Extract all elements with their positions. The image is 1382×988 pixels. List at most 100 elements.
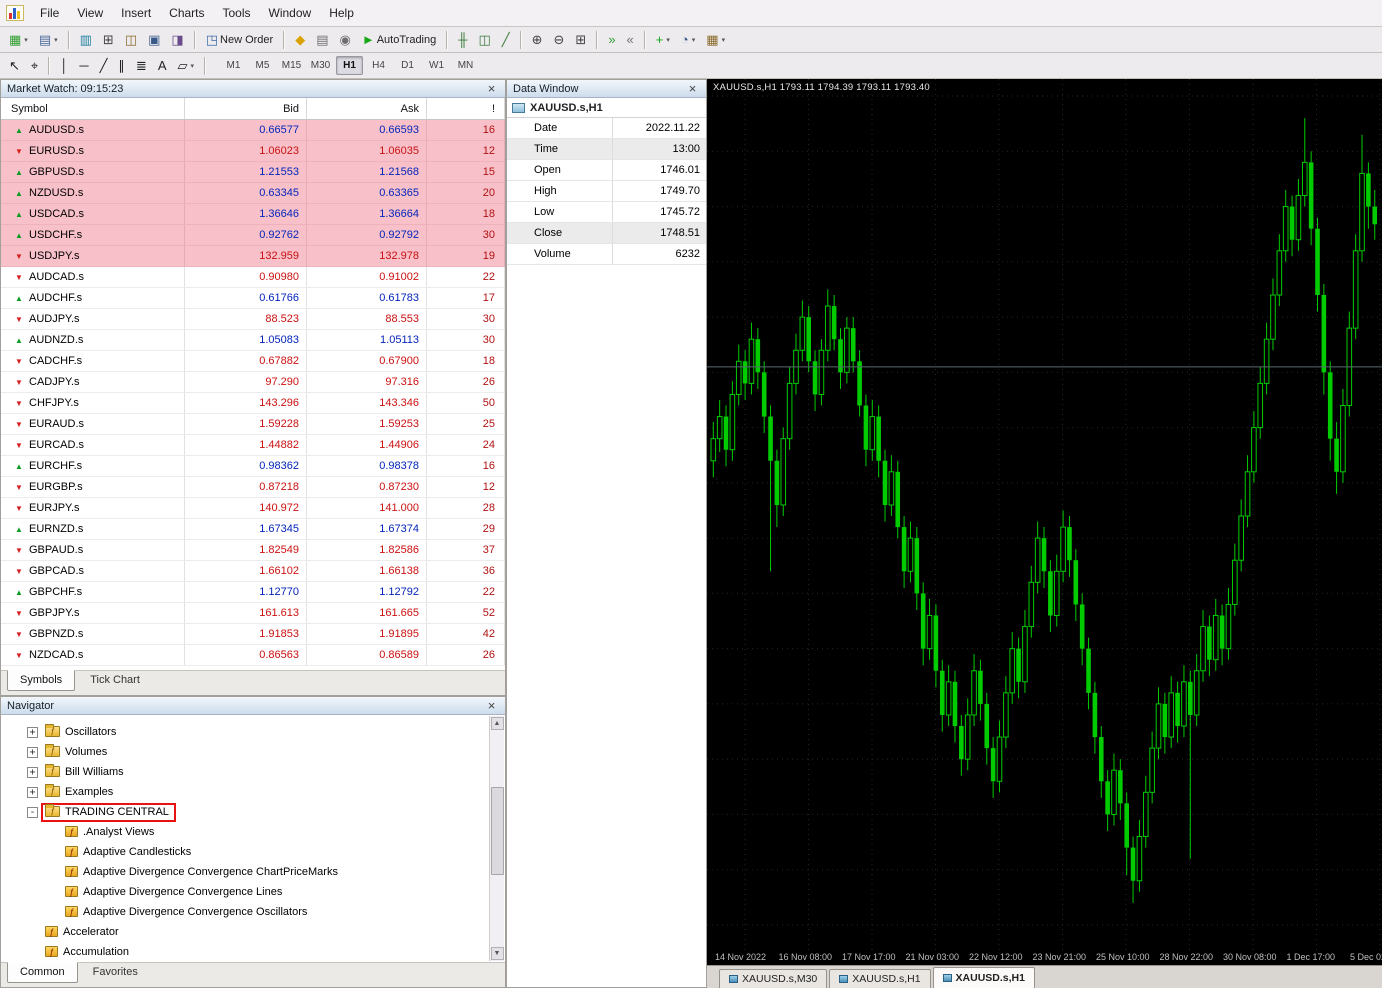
navigator-item-oscillators[interactable]: +ƒOscillators (1, 722, 505, 742)
market-watch-row[interactable]: ▼GBPJPY.s161.613161.66552 (1, 603, 505, 624)
chart-tab-1[interactable]: XAUUSD.s,M30 (719, 969, 827, 988)
tab-symbols[interactable]: Symbols (7, 670, 75, 691)
navigator-item-bill-williams[interactable]: +ƒBill Williams (1, 762, 505, 782)
bar-chart-button[interactable]: ╫ (453, 29, 472, 50)
zoom-in-button[interactable]: ⊕ (527, 29, 548, 50)
market-watch-row[interactable]: ▼GBPAUD.s1.825491.8258637 (1, 540, 505, 561)
terminal-toggle-button[interactable]: ▣ (143, 29, 165, 50)
market-watch-toggle-button[interactable]: ▥ (75, 29, 97, 50)
market-watch-row[interactable]: ▼NZDCAD.s0.865630.8658926 (1, 645, 505, 666)
market-watch-row[interactable]: ▼AUDCAD.s0.909800.9100222 (1, 267, 505, 288)
market-watch-row[interactable]: ▼AUDJPY.s88.52388.55330 (1, 309, 505, 330)
autotrading-button[interactable]: ►AutoTrading (357, 29, 441, 50)
column-header-symbol[interactable]: Symbol (1, 98, 185, 119)
market-watch-row[interactable]: ▼GBPCAD.s1.661021.6613836 (1, 561, 505, 582)
timeframe-h1[interactable]: H1 (336, 56, 363, 75)
navigator-item-trading-central[interactable]: -ƒTRADING CENTRAL (1, 802, 505, 822)
navigator-item-adaptive-divergence-convergence-lines[interactable]: ƒAdaptive Divergence Convergence Lines (1, 882, 505, 902)
market-watch-row[interactable]: ▼CADJPY.s97.29097.31626 (1, 372, 505, 393)
arrows-tool-button[interactable]: ▱▾ (172, 55, 199, 76)
timeframe-h4[interactable]: H4 (365, 56, 392, 75)
close-icon[interactable]: × (484, 699, 499, 713)
market-watch-row[interactable]: ▼CADCHF.s0.678820.6790018 (1, 351, 505, 372)
navigator-item-accelerator[interactable]: ƒAccelerator (1, 922, 505, 942)
market-watch-row[interactable]: ▼USDJPY.s132.959132.97819 (1, 246, 505, 267)
profiles-button[interactable]: ▤▾ (34, 29, 63, 50)
navigator-item-accumulation[interactable]: ƒAccumulation (1, 942, 505, 962)
scroll-down-icon[interactable]: ▼ (491, 947, 504, 960)
timeframe-m15[interactable]: M15 (278, 56, 305, 75)
expand-box-icon[interactable]: + (27, 767, 38, 778)
navigator-item-analyst-views[interactable]: ƒ.Analyst Views (1, 822, 505, 842)
tile-windows-button[interactable]: ⊞ (570, 29, 591, 50)
data-window-toggle-button[interactable]: ⊞ (98, 29, 119, 50)
timeframe-w1[interactable]: W1 (423, 56, 450, 75)
market-watch-row[interactable]: ▲EURNZD.s1.673451.6737429 (1, 519, 505, 540)
navigator-item-adaptive-divergence-convergence-oscillators[interactable]: ƒAdaptive Divergence Convergence Oscilla… (1, 902, 505, 922)
vertical-line-tool-button[interactable]: │ (55, 55, 73, 76)
tab-favorites[interactable]: Favorites (80, 962, 151, 983)
market-watch-row[interactable]: ▼CHFJPY.s143.296143.34650 (1, 393, 505, 414)
navigator-scrollbar[interactable]: ▲ ▼ (489, 716, 504, 961)
metaeditor-button[interactable]: ◆ (290, 29, 310, 50)
scroll-thumb[interactable] (491, 787, 504, 875)
market-watch-row[interactable]: ▲USDCAD.s1.366461.3666418 (1, 204, 505, 225)
menu-view[interactable]: View (68, 1, 112, 25)
column-header-bid[interactable]: Bid (185, 98, 307, 119)
column-header-spread[interactable]: ! (427, 98, 505, 119)
market-watch-row[interactable]: ▲AUDUSD.s0.665770.6659316 (1, 120, 505, 141)
market-watch-row[interactable]: ▲NZDUSD.s0.633450.6336520 (1, 183, 505, 204)
column-header-ask[interactable]: Ask (307, 98, 427, 119)
market-watch-row[interactable]: ▲GBPCHF.s1.127701.1279222 (1, 582, 505, 603)
menu-window[interactable]: Window (260, 1, 321, 25)
tab-common[interactable]: Common (7, 962, 78, 983)
market-watch-row[interactable]: ▲GBPUSD.s1.215531.2156815 (1, 162, 505, 183)
collapse-box-icon[interactable]: - (27, 807, 38, 818)
market-watch-row[interactable]: ▼GBPNZD.s1.918531.9189542 (1, 624, 505, 645)
help-publisher-button[interactable]: ◉ (335, 29, 356, 50)
horizontal-line-tool-button[interactable]: ─ (74, 55, 93, 76)
expand-box-icon[interactable]: + (27, 747, 38, 758)
crosshair-tool-button[interactable]: ⌖ (26, 55, 43, 76)
close-icon[interactable]: × (685, 82, 700, 96)
indicators-button[interactable]: +▾ (651, 29, 675, 50)
menu-tools[interactable]: Tools (214, 1, 260, 25)
market-watch-row[interactable]: ▼EURAUD.s1.592281.5925325 (1, 414, 505, 435)
menu-file[interactable]: File (31, 1, 68, 25)
navigator-toggle-button[interactable]: ◫ (120, 29, 142, 50)
menu-insert[interactable]: Insert (112, 1, 160, 25)
expand-box-icon[interactable]: + (27, 787, 38, 798)
candlestick-chart-button[interactable]: ◫ (473, 29, 495, 50)
market-watch-row[interactable]: ▼EURCAD.s1.448821.4490624 (1, 435, 505, 456)
market-watch-row[interactable]: ▲EURCHF.s0.983620.9837816 (1, 456, 505, 477)
line-chart-button[interactable]: ╱ (497, 29, 515, 50)
menu-help[interactable]: Help (320, 1, 363, 25)
chart-tab-3[interactable]: XAUUSD.s,H1 (933, 967, 1035, 988)
tab-tick-chart[interactable]: Tick Chart (77, 670, 153, 691)
timeframe-m30[interactable]: M30 (307, 56, 334, 75)
print-button[interactable]: ▤ (311, 29, 333, 50)
market-watch-row[interactable]: ▼EURGBP.s0.872180.8723012 (1, 477, 505, 498)
market-watch-row[interactable]: ▼EURUSD.s1.060231.0603512 (1, 141, 505, 162)
market-watch-row[interactable]: ▲USDCHF.s0.927620.9279230 (1, 225, 505, 246)
new-order-button[interactable]: ◳New Order (201, 29, 278, 50)
timeframe-m5[interactable]: M5 (249, 56, 276, 75)
strategy-tester-toggle-button[interactable]: ◨ (166, 29, 188, 50)
periods-button[interactable]: ◔▾ (676, 29, 700, 50)
chart-plot[interactable]: XAUUSD.s,H1 1793.11 1794.39 1793.11 1793… (707, 79, 1382, 950)
timeframe-d1[interactable]: D1 (394, 56, 421, 75)
auto-scroll-button[interactable]: » (603, 29, 620, 50)
templates-button[interactable]: ▦▾ (701, 29, 730, 50)
fibonacci-tool-button[interactable]: ≣ (131, 55, 152, 76)
cursor-tool-button[interactable]: ↖ (4, 55, 25, 76)
expand-box-icon[interactable]: + (27, 727, 38, 738)
menu-charts[interactable]: Charts (160, 1, 213, 25)
navigator-item-examples[interactable]: +ƒExamples (1, 782, 505, 802)
close-icon[interactable]: × (484, 82, 499, 96)
market-watch-row[interactable]: ▼EURJPY.s140.972141.00028 (1, 498, 505, 519)
channel-tool-button[interactable]: ∥ (113, 55, 130, 76)
navigator-item-volumes[interactable]: +ƒVolumes (1, 742, 505, 762)
chart-tab-2[interactable]: XAUUSD.s,H1 (829, 969, 930, 988)
chart-shift-button[interactable]: « (622, 29, 639, 50)
market-watch-row[interactable]: ▲AUDCHF.s0.617660.6178317 (1, 288, 505, 309)
